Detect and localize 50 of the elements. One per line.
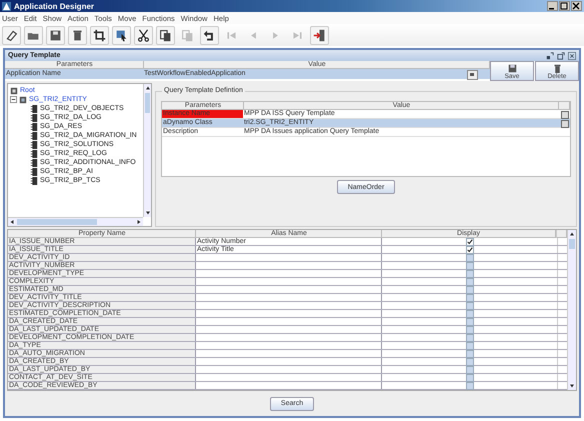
- toolbar-button[interactable]: [46, 26, 65, 44]
- minus-icon: [10, 96, 17, 103]
- scrollbar[interactable]: [567, 230, 576, 390]
- scroll-down-icon[interactable]: [144, 209, 152, 217]
- scroll-up-icon[interactable]: [568, 230, 576, 238]
- exit-icon: [313, 28, 326, 42]
- toolbar-button[interactable]: [200, 26, 219, 44]
- minimize-button[interactable]: [547, 1, 558, 11]
- window-title: Application Designer: [14, 2, 96, 10]
- close-icon[interactable]: [568, 52, 576, 60]
- scrollbar[interactable]: [143, 84, 151, 217]
- scrollbar[interactable]: [8, 217, 143, 226]
- maximize-button[interactable]: [559, 1, 570, 11]
- collapse-toggle[interactable]: [10, 96, 17, 103]
- toolbar-button[interactable]: [156, 26, 175, 44]
- save-icon: [49, 28, 62, 42]
- undo-icon: [203, 28, 216, 42]
- scroll-right-icon[interactable]: [135, 218, 143, 226]
- restore-icon[interactable]: [557, 52, 565, 60]
- scroll-thumb[interactable]: [17, 219, 97, 225]
- scroll-thumb[interactable]: [145, 93, 150, 113]
- scroll-left-icon[interactable]: [8, 218, 16, 226]
- crop-icon: [93, 28, 106, 42]
- minimize-icon[interactable]: [546, 52, 554, 60]
- trash-icon: [71, 28, 84, 42]
- maximize-icon: [560, 2, 568, 10]
- entity-icon: [19, 96, 27, 104]
- toolbar-button[interactable]: [134, 26, 153, 44]
- toolbar-button[interactable]: [68, 26, 87, 44]
- cursor-icon: [115, 28, 128, 42]
- toolbar-button[interactable]: [112, 26, 131, 44]
- eraser-icon: [5, 28, 18, 42]
- scissors-icon: [137, 28, 150, 42]
- save-icon: [508, 64, 516, 73]
- paste-icon: [181, 28, 194, 42]
- picker-button[interactable]: [561, 111, 569, 119]
- copy-icon: [159, 28, 172, 42]
- close-button[interactable]: [571, 1, 582, 11]
- toolbar-button[interactable]: [2, 26, 21, 44]
- toolbar-button[interactable]: [310, 26, 329, 44]
- trash-icon: [552, 64, 562, 73]
- scroll-up-icon[interactable]: [144, 84, 152, 92]
- close-icon: [572, 2, 580, 10]
- picker-button[interactable]: [561, 120, 569, 128]
- scroll-down-icon[interactable]: [568, 382, 576, 390]
- toolbar-button[interactable]: [90, 26, 109, 44]
- ellipsis-icon: [468, 71, 476, 77]
- picker-button[interactable]: [467, 70, 478, 80]
- folder-icon: [10, 86, 18, 94]
- scroll-thumb[interactable]: [569, 239, 575, 249]
